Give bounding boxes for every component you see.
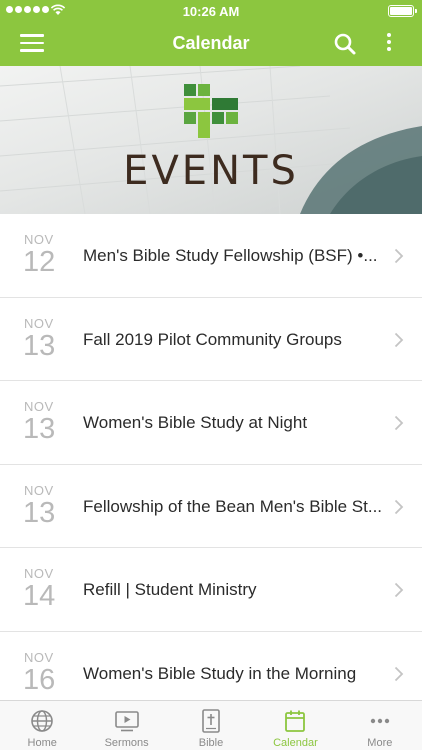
ellipsis-icon xyxy=(370,718,390,724)
event-date: NOV 13 xyxy=(23,315,64,362)
page-title: Calendar xyxy=(172,33,250,53)
event-month: NOV xyxy=(24,566,54,581)
event-list-item[interactable]: NOV 13 Women's Bible Study at Night xyxy=(0,381,422,465)
event-day: 13 xyxy=(23,496,56,529)
event-list: NOV 12 Men's Bible Study Fellowship (BSF… xyxy=(0,214,422,700)
event-title: Fellowship of the Bean Men's Bible St... xyxy=(83,496,383,516)
event-month: NOV xyxy=(24,482,54,498)
church-cross-logo xyxy=(184,84,238,138)
event-list-item[interactable]: NOV 12 Men's Bible Study Fellowship (BSF… xyxy=(0,214,422,298)
play-screen-icon xyxy=(114,711,139,732)
status-time: 10:26 AM xyxy=(182,4,240,19)
event-list-item[interactable]: NOV 16 Women's Bible Study in the Mornin… xyxy=(0,632,422,701)
event-month: NOV xyxy=(24,315,54,331)
event-day: 12 xyxy=(23,246,56,278)
event-month: NOV xyxy=(24,649,54,665)
event-day: 13 xyxy=(23,413,56,445)
tab-bar: Home Sermons Bible Calendar More xyxy=(0,700,422,750)
tab-label: Home xyxy=(27,737,57,749)
event-day: 14 xyxy=(23,580,56,612)
event-day: 13 xyxy=(23,329,56,362)
tab-label: Sermons xyxy=(104,737,149,749)
tab-label: More xyxy=(367,737,393,749)
event-month: NOV xyxy=(24,232,54,247)
events-banner: EVENTS xyxy=(0,66,422,214)
battery-icon xyxy=(388,5,417,17)
chevron-right-icon xyxy=(394,415,404,431)
chevron-right-icon xyxy=(394,666,404,681)
banner-heading: EVENTS xyxy=(123,148,299,194)
event-month: NOV xyxy=(24,399,54,414)
tab-label: Bible xyxy=(198,737,224,749)
event-date: NOV 14 xyxy=(23,566,64,612)
tab-home[interactable]: Home xyxy=(0,701,84,750)
nav-bar: Calendar xyxy=(0,22,422,66)
overflow-menu-icon[interactable] xyxy=(384,30,394,58)
event-title: Refill | Student Ministry xyxy=(83,580,257,599)
event-date: NOV 12 xyxy=(23,232,64,278)
event-date: NOV 16 xyxy=(23,649,64,696)
tab-more[interactable]: More xyxy=(338,701,422,750)
chevron-right-icon xyxy=(394,499,404,514)
event-date: NOV 13 xyxy=(23,482,64,529)
event-title: Fall 2019 Pilot Community Groups xyxy=(83,329,342,349)
search-icon[interactable] xyxy=(333,32,357,56)
chevron-right-icon xyxy=(394,332,404,347)
event-list-item[interactable]: NOV 14 Refill | Student Ministry xyxy=(0,548,422,632)
event-list-item[interactable]: NOV 13 Fall 2019 Pilot Community Groups xyxy=(0,298,422,381)
event-title: Women's Bible Study at Night xyxy=(83,413,308,432)
bible-cross-icon xyxy=(202,709,220,733)
tab-sermons[interactable]: Sermons xyxy=(84,701,168,750)
event-day: 16 xyxy=(23,663,56,696)
tab-calendar[interactable]: Calendar xyxy=(253,701,337,750)
tab-bible[interactable]: Bible xyxy=(169,701,253,750)
event-title: Men's Bible Study Fellowship (BSF) •... xyxy=(83,246,378,265)
event-title: Women's Bible Study in the Morning xyxy=(83,663,357,683)
calendar-icon xyxy=(285,710,306,732)
event-date: NOV 13 xyxy=(23,399,64,445)
chevron-right-icon xyxy=(394,248,404,264)
status-bar: 10:26 AM xyxy=(0,0,422,22)
event-list-item[interactable]: NOV 13 Fellowship of the Bean Men's Bibl… xyxy=(0,465,422,548)
globe-icon xyxy=(31,710,54,732)
chevron-right-icon xyxy=(394,582,404,598)
tab-label: Calendar xyxy=(273,737,318,749)
